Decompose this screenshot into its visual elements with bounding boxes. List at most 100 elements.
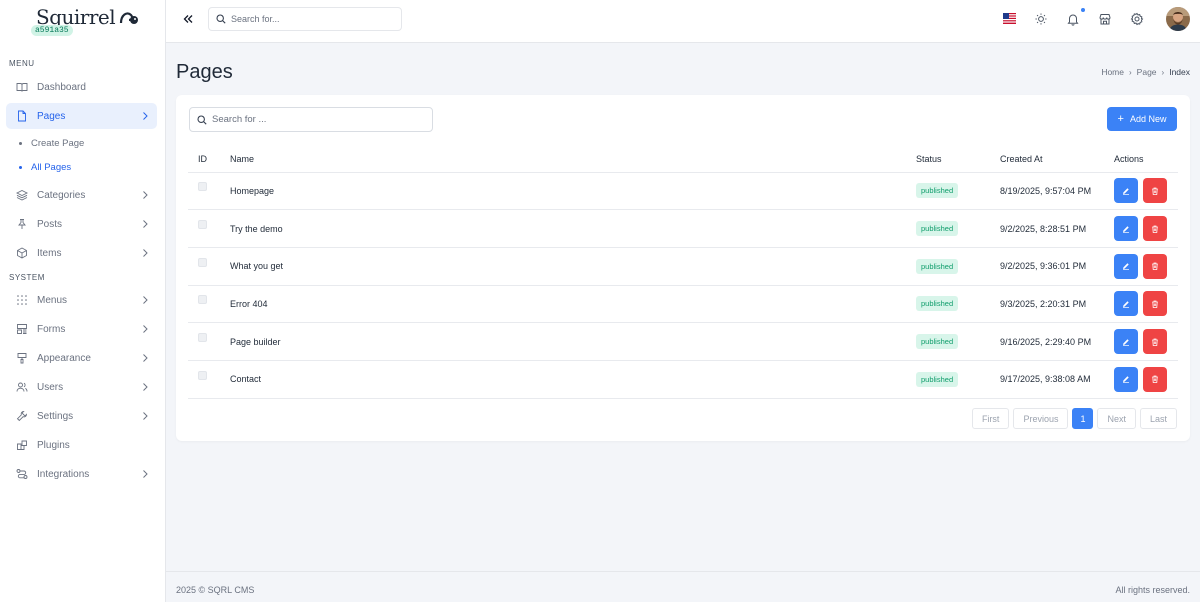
row-name[interactable]: Error 404: [230, 285, 916, 324]
trash-icon: [1152, 375, 1158, 384]
search-icon: [216, 14, 226, 24]
gear-icon[interactable]: [1130, 12, 1144, 26]
row-created-at: 8/19/2025, 9:57:04 PM: [1000, 172, 1114, 211]
route-icon: [16, 468, 28, 480]
sidebar-item-posts[interactable]: Posts: [6, 211, 157, 237]
chevron-right-icon: [143, 470, 148, 478]
add-new-button[interactable]: + Add New: [1107, 107, 1177, 131]
edit-button[interactable]: [1114, 253, 1138, 279]
sidebar: Squirrel a591a35 MENU Dashboard Pages Cr…: [0, 0, 166, 602]
sidebar-item-label: Menus: [37, 294, 68, 306]
book-icon: [16, 81, 28, 93]
edit-button[interactable]: [1114, 178, 1138, 204]
sidebar-item-categories[interactable]: Categories: [6, 182, 157, 208]
sidebar-item-settings[interactable]: Settings: [6, 403, 157, 429]
edit-button[interactable]: [1114, 216, 1138, 242]
pencil-icon: [1123, 376, 1129, 384]
sidebar-item-plugins[interactable]: Plugins: [6, 432, 157, 458]
pages-table: ID Name Status Created At Actions Homepa…: [188, 147, 1178, 399]
users-icon: [16, 381, 28, 393]
edit-button[interactable]: [1114, 291, 1138, 317]
table-header-row: ID Name Status Created At Actions: [188, 147, 1178, 173]
status-badge: published: [916, 296, 959, 312]
chevron-right-icon: [143, 412, 148, 420]
grid-icon: [16, 294, 28, 306]
status-badge: published: [916, 183, 959, 199]
breadcrumb-separator-icon: ›: [1161, 67, 1165, 77]
table-row: Page builder published 9/16/2025, 2:29:4…: [188, 322, 1178, 361]
row-checkbox[interactable]: [198, 257, 207, 267]
sidebar-item-integrations[interactable]: Integrations: [6, 461, 157, 487]
row-name[interactable]: Homepage: [230, 172, 916, 211]
sidebar-item-dashboard[interactable]: Dashboard: [6, 74, 157, 100]
plug-icon: [16, 439, 28, 451]
global-search[interactable]: [208, 7, 402, 31]
sidebar-item-label: Appearance: [37, 352, 91, 364]
breadcrumb-separator-icon: ›: [1129, 67, 1132, 77]
global-search-input[interactable]: [231, 14, 391, 24]
breadcrumb-page[interactable]: Page: [1137, 67, 1157, 77]
status-badge: published: [916, 258, 959, 274]
header-name[interactable]: Name: [230, 147, 916, 173]
us-flag-icon[interactable]: [1003, 13, 1016, 24]
sidebar-item-users[interactable]: Users: [6, 374, 157, 400]
pagination-last[interactable]: Last: [1139, 408, 1177, 429]
row-checkbox[interactable]: [198, 182, 207, 192]
header-created-at[interactable]: Created At: [1000, 147, 1114, 173]
delete-button[interactable]: [1143, 329, 1167, 355]
delete-button[interactable]: [1143, 366, 1167, 392]
sidebar-item-menus[interactable]: Menus: [6, 287, 157, 313]
row-name[interactable]: Try the demo: [230, 209, 916, 248]
row-name[interactable]: Page builder: [230, 322, 916, 361]
edit-button[interactable]: [1114, 329, 1138, 355]
store-icon[interactable]: [1098, 12, 1112, 26]
delete-button[interactable]: [1143, 253, 1167, 279]
sidebar-item-forms[interactable]: Forms: [6, 316, 157, 342]
table-search[interactable]: [189, 107, 433, 132]
row-name[interactable]: Contact: [230, 360, 916, 399]
breadcrumb-home[interactable]: Home: [1101, 67, 1124, 77]
row-checkbox[interactable]: [198, 295, 207, 305]
row-created-at: 9/16/2025, 2:29:40 PM: [1000, 322, 1114, 361]
sun-icon[interactable]: [1034, 12, 1048, 26]
file-icon: [16, 110, 28, 122]
header-actions: Actions: [1114, 147, 1178, 173]
table-row: Try the demo published 9/2/2025, 8:28:51…: [188, 209, 1178, 248]
chevron-right-icon: [143, 249, 148, 257]
pencil-icon: [1123, 225, 1129, 233]
pagination-next[interactable]: Next: [1097, 408, 1136, 429]
delete-button[interactable]: [1143, 178, 1167, 204]
delete-button[interactable]: [1143, 291, 1167, 317]
header-id[interactable]: ID: [188, 147, 230, 173]
chevron-right-icon: [143, 325, 148, 333]
pagination-page-current[interactable]: 1: [1072, 408, 1094, 429]
sidebar-item-appearance[interactable]: Appearance: [6, 345, 157, 371]
pages-table-card: + Add New ID Name Status Created At Acti…: [176, 95, 1190, 441]
sidebar-item-pages[interactable]: Pages: [6, 103, 157, 129]
table-search-input[interactable]: [212, 114, 412, 125]
layers-icon: [16, 189, 28, 201]
row-created-at: 9/17/2025, 9:38:08 AM: [1000, 360, 1114, 399]
pin-icon: [16, 218, 28, 230]
row-created-at: 9/2/2025, 9:36:01 PM: [1000, 247, 1114, 286]
sidebar-item-label: Settings: [37, 410, 74, 422]
row-name[interactable]: What you get: [230, 247, 916, 286]
pagination-first[interactable]: First: [971, 408, 1010, 429]
edit-button[interactable]: [1114, 366, 1138, 392]
header-status[interactable]: Status: [916, 147, 1000, 173]
user-avatar[interactable]: [1166, 7, 1190, 31]
sidebar-item-label: Posts: [37, 218, 63, 230]
bell-icon[interactable]: [1066, 12, 1080, 26]
collapse-sidebar-icon[interactable]: [181, 12, 195, 26]
row-checkbox[interactable]: [198, 220, 207, 230]
pencil-icon: [1123, 301, 1129, 308]
sidebar-subitem-label: All Pages: [31, 162, 72, 173]
sidebar-subitem-create-page[interactable]: Create Page: [19, 138, 84, 149]
pagination-previous[interactable]: Previous: [1013, 408, 1069, 429]
sidebar-item-items[interactable]: Items: [6, 240, 157, 266]
row-checkbox[interactable]: [198, 333, 207, 343]
table-row: What you get published 9/2/2025, 9:36:01…: [188, 247, 1178, 286]
sidebar-subitem-all-pages[interactable]: All Pages: [19, 162, 71, 173]
delete-button[interactable]: [1143, 216, 1167, 242]
row-checkbox[interactable]: [198, 370, 207, 380]
